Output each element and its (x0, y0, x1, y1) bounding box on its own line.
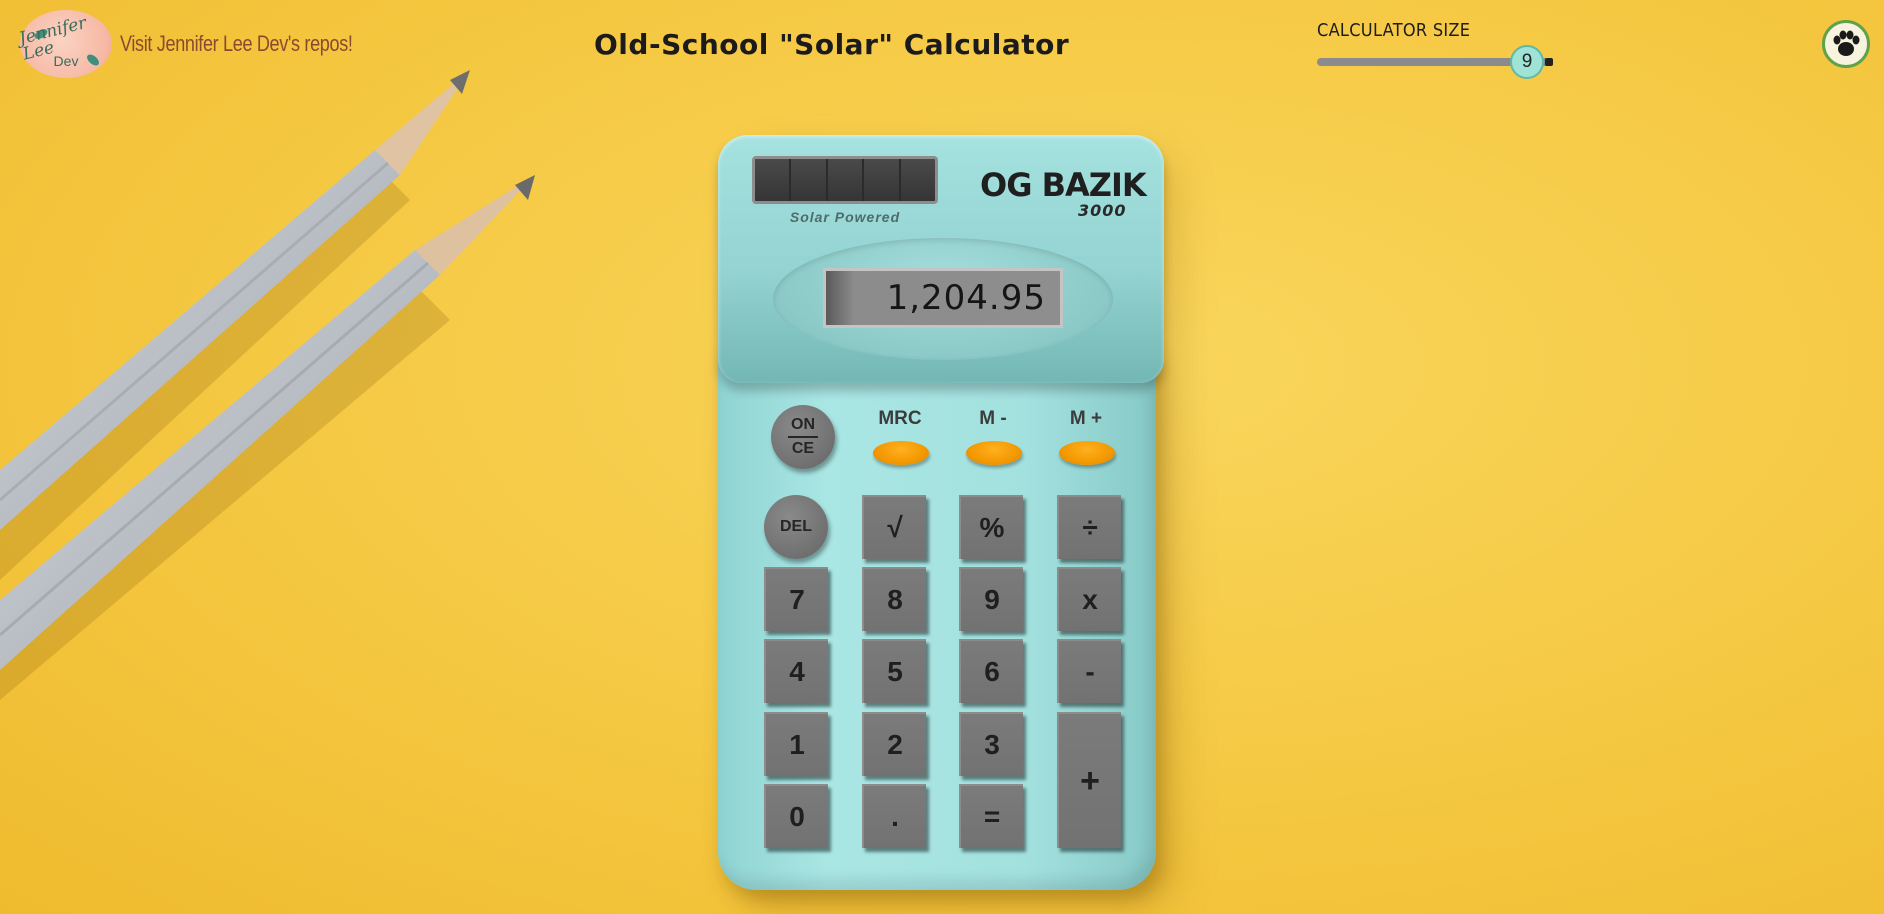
key-6[interactable]: 6 (959, 639, 1023, 703)
divide-button[interactable]: ÷ (1057, 495, 1121, 559)
calculator-size-value: 9 (1521, 51, 1533, 72)
m-minus-label: M - (979, 408, 1007, 429)
pencils-decoration (0, 70, 535, 700)
key-0[interactable]: 0 (764, 784, 828, 848)
calculator-size-slider-thumb[interactable]: 9 (1510, 45, 1544, 79)
multiply-button[interactable]: x (1057, 567, 1121, 631)
sqrt-button[interactable]: √ (862, 495, 926, 559)
decimal-button[interactable]: . (862, 784, 926, 848)
brand-name: OG BAZIK (980, 166, 1147, 204)
model-number: 3000 (1078, 201, 1127, 220)
ce-label: CE (791, 440, 815, 457)
key-2[interactable]: 2 (862, 712, 926, 776)
on-label: ON (791, 416, 815, 433)
key-7[interactable]: 7 (764, 567, 828, 631)
on-ce-button[interactable]: ON CE (771, 405, 835, 469)
key-3[interactable]: 3 (959, 712, 1023, 776)
minus-button[interactable]: - (1057, 639, 1121, 703)
solar-powered-label: Solar Powered (789, 209, 901, 225)
m-plus-button[interactable] (1059, 441, 1115, 465)
calculator-display: 1,204.95 (823, 268, 1063, 328)
key-9[interactable]: 9 (959, 567, 1023, 631)
key-1[interactable]: 1 (764, 712, 828, 776)
m-minus-button[interactable] (966, 441, 1022, 465)
mrc-button[interactable] (873, 441, 929, 465)
equals-button[interactable]: = (959, 784, 1023, 848)
display-value: 1,204.95 (886, 278, 1046, 318)
percent-button[interactable]: % (959, 495, 1023, 559)
key-8[interactable]: 8 (862, 567, 926, 631)
del-button[interactable]: DEL (764, 495, 828, 559)
solar-panel (752, 156, 938, 204)
paw-icon (1833, 30, 1860, 56)
key-5[interactable]: 5 (862, 639, 926, 703)
plus-button[interactable]: + (1057, 712, 1121, 848)
repo-link-text[interactable]: Visit Jennifer Lee Dev's repos! (120, 31, 353, 57)
m-plus-label: M + (1069, 408, 1103, 429)
calculator-size-label: CALCULATOR SIZE (1317, 20, 1471, 41)
page-title: Old-School "Solar" Calculator (594, 28, 1070, 61)
del-label: DEL (780, 518, 812, 535)
key-4[interactable]: 4 (764, 639, 828, 703)
paw-button[interactable] (1822, 20, 1870, 68)
slider-track-end (1545, 58, 1553, 66)
mrc-label: MRC (878, 408, 922, 429)
